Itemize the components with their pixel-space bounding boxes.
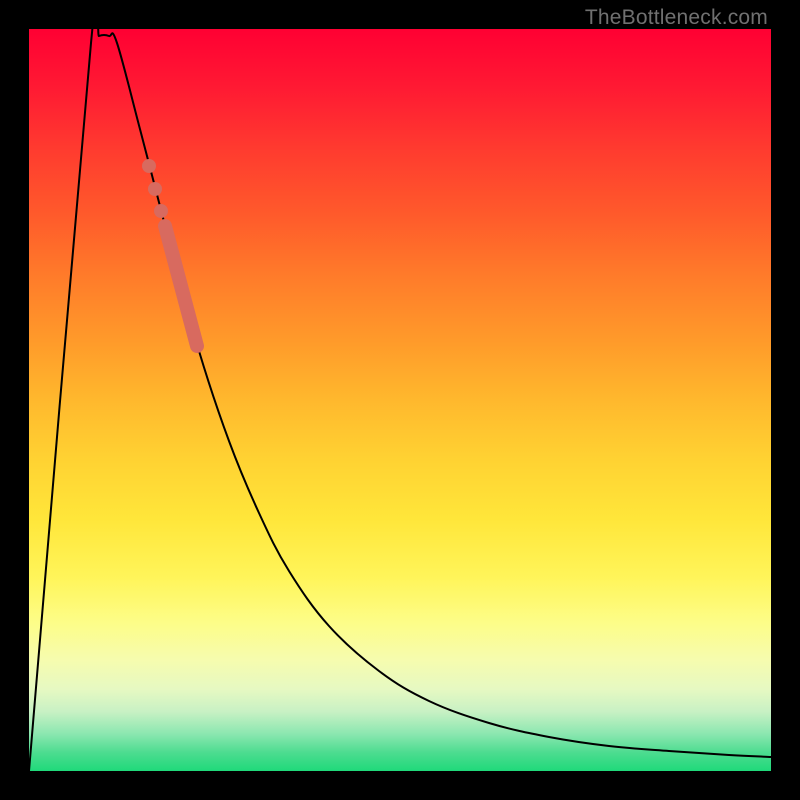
bottleneck-curve [29, 29, 771, 771]
highlight-segment [165, 226, 197, 346]
plot-area [29, 29, 771, 771]
highlight-dot [148, 182, 162, 196]
chart-frame: TheBottleneck.com [0, 0, 800, 800]
watermark-text: TheBottleneck.com [585, 6, 768, 30]
chart-svg [29, 29, 771, 771]
highlight-group [142, 159, 197, 346]
curve-group [29, 29, 771, 771]
highlight-dot [154, 204, 168, 218]
highlight-dot [142, 159, 156, 173]
